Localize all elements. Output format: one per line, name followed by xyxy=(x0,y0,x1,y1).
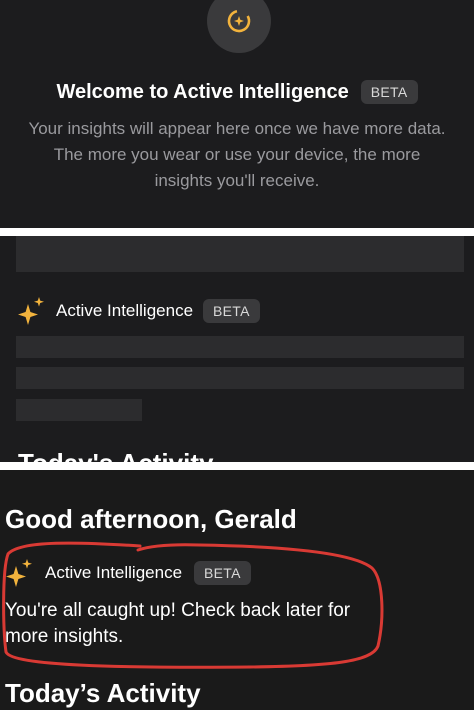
skeleton-bar xyxy=(16,236,464,272)
sparkle-icon xyxy=(16,296,46,326)
skeleton-bar xyxy=(16,336,464,358)
skeleton-bar xyxy=(16,367,464,389)
active-intelligence-header: Active Intelligence BETA xyxy=(16,296,260,326)
active-intelligence-label: Active Intelligence xyxy=(56,301,194,320)
loading-screen: Active Intelligence BETA Today's Activit… xyxy=(0,236,474,462)
skeleton-bar xyxy=(16,399,142,421)
welcome-title: Welcome to Active Intelligence xyxy=(56,80,349,103)
beta-badge: BETA xyxy=(203,299,260,323)
partial-section-heading: Today's Activity xyxy=(18,448,213,462)
beta-badge: BETA xyxy=(360,80,418,104)
insights-screen: Good afternoon, Gerald Active Intelligen… xyxy=(0,470,474,710)
welcome-description: Your insights will appear here once we h… xyxy=(28,119,446,190)
active-intelligence-logo-icon xyxy=(207,0,271,53)
red-annotation-circle xyxy=(2,541,384,669)
welcome-screen: Welcome to Active Intelligence BETA Your… xyxy=(0,0,474,228)
